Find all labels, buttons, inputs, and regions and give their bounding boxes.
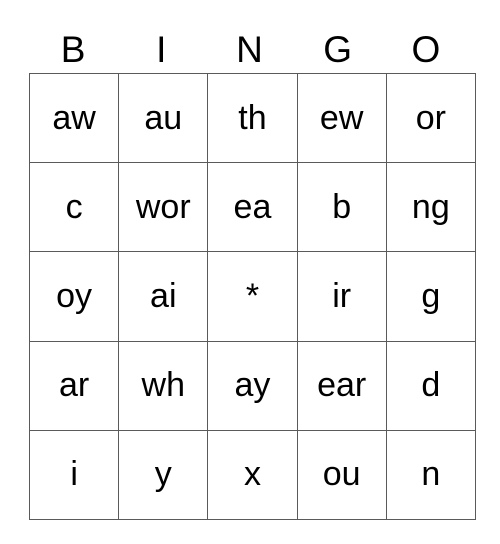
bingo-cell[interactable]: n xyxy=(385,429,476,520)
bingo-cell[interactable]: ew xyxy=(296,72,387,164)
header-letter-b: B xyxy=(60,29,86,70)
header-letter-n: N xyxy=(236,29,263,70)
bingo-cell[interactable]: or xyxy=(385,72,476,164)
bingo-cell[interactable]: i xyxy=(28,429,120,520)
board-row: ar wh ay ear d xyxy=(28,340,476,431)
header-letter-i: I xyxy=(156,29,167,70)
header-letter-g: G xyxy=(323,29,353,70)
bingo-header: B I N G O xyxy=(29,28,471,72)
bingo-cell[interactable]: x xyxy=(207,429,298,520)
board-row: oy ai * ir g xyxy=(28,251,476,342)
bingo-cell[interactable]: wor xyxy=(118,162,209,253)
bingo-cell[interactable]: c xyxy=(28,162,120,253)
bingo-cell[interactable]: ir xyxy=(296,251,387,342)
bingo-cell[interactable]: b xyxy=(296,162,387,253)
bingo-board: aw au th ew or c wor ea b ng oy ai * ir … xyxy=(28,72,476,520)
bingo-cell[interactable]: ou xyxy=(296,429,387,520)
bingo-cell[interactable]: ay xyxy=(207,340,298,431)
bingo-cell[interactable]: oy xyxy=(28,251,120,342)
bingo-cell[interactable]: g xyxy=(385,251,476,342)
bingo-cell[interactable]: aw xyxy=(28,72,120,164)
bingo-cell[interactable]: ng xyxy=(385,162,476,253)
bingo-cell[interactable]: wh xyxy=(118,340,209,431)
board-row: aw au th ew or xyxy=(28,72,476,164)
bingo-cell[interactable]: d xyxy=(385,340,476,431)
bingo-cell[interactable]: ar xyxy=(28,340,120,431)
bingo-cell[interactable]: ea xyxy=(207,162,298,253)
free-space-cell[interactable]: * xyxy=(207,251,298,342)
bingo-cell[interactable]: th xyxy=(207,72,298,164)
bingo-cell[interactable]: y xyxy=(118,429,209,520)
header-letter-o: O xyxy=(411,29,441,70)
bingo-cell[interactable]: ai xyxy=(118,251,209,342)
board-row: i y x ou n xyxy=(28,429,476,520)
bingo-cell[interactable]: ear xyxy=(296,340,387,431)
bingo-cell[interactable]: au xyxy=(118,72,209,164)
board-row: c wor ea b ng xyxy=(28,162,476,253)
